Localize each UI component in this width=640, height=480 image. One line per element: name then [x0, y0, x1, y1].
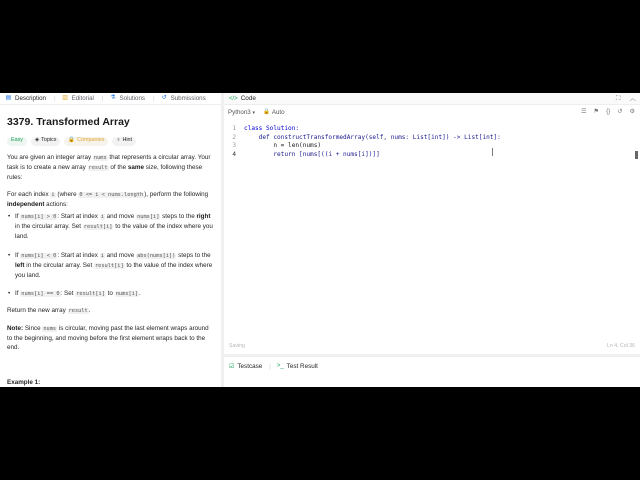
header-controls: ⛶ ︿: [607, 95, 636, 103]
toolbar-icons: ☰ ⚑ {} ↺ ⚙: [574, 108, 635, 115]
rules-intro: For each index i (where 0 <= i < nums.le…: [7, 190, 209, 208]
lock-icon: 🔒: [262, 109, 270, 115]
tab-submissions[interactable]: ↺ Submissions: [161, 95, 206, 102]
tab-description[interactable]: ▤ Description: [5, 95, 46, 102]
code-line: 1 class Solution:: [232, 125, 300, 132]
tab-testcase[interactable]: ☑ Testcase: [229, 363, 262, 370]
code-header: </> Code ⛶ ︿: [224, 93, 640, 105]
braces-icon[interactable]: {}: [606, 108, 610, 115]
problem-description: 3379. Transformed Array Easy ◈ Topics 🔒 …: [0, 105, 221, 387]
editor-toolbar: Python3 ▾ 🔒 Auto ☰ ⚑ {} ↺ ⚙: [224, 105, 640, 119]
code-line: 2 def constructTransformedArray(self, nu…: [232, 133, 501, 141]
code-editor[interactable]: 1 class Solution: 2 def constructTransfo…: [224, 125, 640, 340]
cursor-position: Ln 4, Col 36: [607, 343, 635, 349]
editorial-icon: ▥: [62, 95, 68, 101]
hint-button[interactable]: ♁ Hint: [112, 136, 137, 146]
tab-test-result[interactable]: >_ Test Result: [277, 363, 318, 370]
reset-icon[interactable]: ↺: [617, 108, 622, 115]
tab-separator: |: [269, 362, 271, 370]
collapse-icon[interactable]: ︿: [630, 95, 637, 103]
rules-list: If nums[i] > 0: Start at index i and mov…: [7, 212, 214, 299]
problem-title: 3379. Transformed Array: [7, 116, 130, 128]
return-paragraph: Return the new array result.: [7, 307, 91, 315]
checkbox-icon: ☑: [229, 363, 235, 370]
tab-solutions[interactable]: ⚗ Solutions: [110, 95, 145, 102]
bookmark-icon[interactable]: ⚑: [594, 108, 600, 115]
example-heading: Example 1:: [7, 379, 41, 387]
chevron-down-icon: ▾: [252, 109, 255, 116]
menu-icon[interactable]: ☰: [581, 108, 587, 115]
lightbulb-icon: ♁: [116, 137, 121, 144]
left-tab-bar: ▤ Description | ▥ Editorial | ⚗ Solution…: [0, 93, 221, 105]
tag-icon: ◈: [34, 137, 40, 144]
history-icon: ↺: [161, 95, 167, 101]
topics-button[interactable]: ◈ Topics: [30, 136, 61, 146]
settings-icon[interactable]: ⚙: [629, 108, 635, 115]
code-line: 4 return [nums[((i + nums[i])]]: [224, 150, 640, 159]
description-pane: ▤ Description | ▥ Editorial | ⚗ Solution…: [0, 93, 221, 387]
leetcode-window: ▤ Description | ▥ Editorial | ⚗ Solution…: [0, 93, 640, 387]
intro-paragraph: You are given an integer array nums that…: [7, 154, 211, 182]
saving-status: Saving: [229, 343, 245, 349]
difficulty-badge: Easy: [7, 136, 27, 146]
list-item: If nums[i] == 0: Set result[i] to nums[i…: [7, 289, 214, 299]
problem-badges: Easy ◈ Topics 🔒 Companies ♁ Hint: [7, 136, 214, 146]
code-icon: </>: [229, 95, 238, 102]
auto-toggle[interactable]: 🔒 Auto: [263, 109, 285, 116]
console-tabs: ☑ Testcase | >_ Test Result: [224, 360, 325, 372]
note-paragraph: Note: Since nums is circular, moving pas…: [7, 324, 209, 352]
list-item: If nums[i] < 0: Start at index i and mov…: [7, 251, 214, 281]
tab-separator: |: [153, 95, 155, 102]
text-cursor: [492, 148, 493, 156]
terminal-icon: >_: [276, 363, 284, 369]
companies-button[interactable]: 🔒 Companies: [64, 136, 109, 146]
lock-icon: 🔒: [68, 137, 76, 144]
editor-status: Saving Ln 4, Col 36: [224, 341, 640, 351]
tab-editorial[interactable]: ▥ Editorial: [62, 95, 94, 102]
code-line: 3 n = len(nums): [232, 142, 322, 149]
scroll-indicator[interactable]: [635, 151, 638, 159]
list-item: If nums[i] > 0: Start at index i and mov…: [7, 212, 214, 242]
flask-icon: ⚗: [110, 95, 116, 101]
language-select[interactable]: Python3 ▾: [228, 109, 255, 116]
description-icon: ▤: [5, 95, 12, 101]
tab-separator: |: [53, 95, 56, 102]
code-pane: </> Code ⛶ ︿ Python3 ▾ 🔒 Auto ☰ ⚑ {} ↺ ⚙: [224, 93, 640, 387]
tab-separator: |: [101, 95, 104, 102]
code-title: Code: [240, 95, 256, 102]
panel-divider[interactable]: [224, 354, 640, 357]
maximize-icon[interactable]: ⛶: [616, 95, 621, 103]
